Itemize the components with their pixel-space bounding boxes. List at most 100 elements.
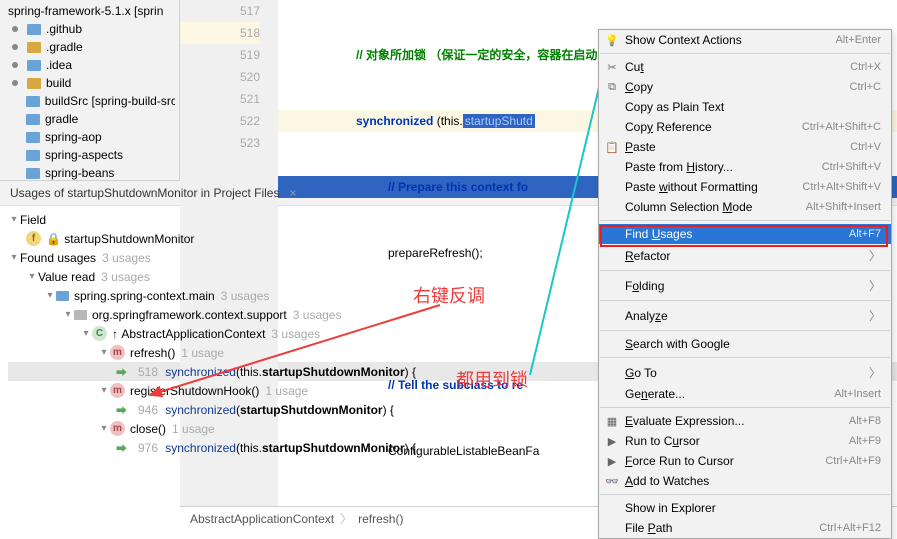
menu-separator [600, 53, 890, 54]
menu-item-label: Force Run to Cursor [625, 454, 825, 468]
menu-item-shortcut: Alt+F9 [849, 435, 881, 447]
expander-icon[interactable]: ▾ [98, 423, 110, 434]
menu-item[interactable]: Show in Explorer [599, 498, 891, 518]
menu-item-shortcut: Ctrl+Alt+F9 [825, 455, 881, 467]
package-icon [74, 310, 87, 320]
chevron-right-icon: 〉 [869, 247, 881, 264]
folder-gradle[interactable]: gradle [0, 110, 179, 128]
menu-item-label: File Path [625, 521, 819, 535]
menu-separator [600, 220, 890, 221]
folder-build[interactable]: build [0, 74, 179, 92]
expander-icon[interactable]: ▾ [98, 385, 110, 396]
menu-item-label: Show Context Actions [625, 33, 835, 47]
menu-item[interactable]: ⧉CopyCtrl+C [599, 77, 891, 97]
expander-icon[interactable]: ▾ [8, 214, 20, 225]
close-icon[interactable]: × [289, 186, 296, 200]
menu-item-shortcut: Ctrl+C [850, 81, 881, 93]
folder-icon [26, 96, 40, 107]
menu-item-label: Generate... [625, 387, 834, 401]
menu-item[interactable]: ▦ Evaluate Expression...Alt+F8 [599, 411, 891, 431]
menu-item-shortcut: Alt+Enter [835, 34, 881, 46]
menu-item-label: Folding [625, 279, 869, 293]
breadcrumb-class[interactable]: AbstractApplicationContext [190, 512, 334, 526]
breadcrumb-method[interactable]: refresh() [358, 512, 403, 526]
menu-item[interactable]: Generate...Alt+Insert [599, 384, 891, 404]
method-badge-icon: m [110, 383, 125, 398]
lock-icon: 🔒 [46, 232, 61, 246]
menu-item-label: Copy [625, 80, 850, 94]
dot-icon [12, 26, 18, 32]
folder-spring-aop[interactable]: spring-aop [0, 128, 179, 146]
expander-icon[interactable]: ▾ [26, 271, 38, 282]
dot-icon [12, 44, 18, 50]
menu-item[interactable]: Paste without FormattingCtrl+Alt+Shift+V [599, 177, 891, 197]
folder-spring-beans[interactable]: spring-beans [0, 164, 179, 182]
menu-item-label: Evaluate Expression... [625, 414, 849, 428]
menu-item-shortcut: Ctrl+Alt+Shift+V [802, 181, 881, 193]
module-icon [56, 291, 69, 301]
menu-item[interactable]: Copy ReferenceCtrl+Alt+Shift+C [599, 117, 891, 137]
menu-item[interactable]: Analyze〉 [599, 304, 891, 327]
menu-item[interactable]: Folding〉 [599, 274, 891, 297]
folder-idea[interactable]: .idea [0, 56, 179, 74]
menu-item[interactable]: 💡 Show Context ActionsAlt+Enter [599, 30, 891, 50]
folder-gradle-dot[interactable]: .gradle [0, 38, 179, 56]
menu-item-shortcut: Ctrl+X [850, 61, 881, 73]
menu-item-label: Paste without Formatting [625, 180, 802, 194]
folder-icon [26, 132, 40, 143]
dot-icon [12, 80, 18, 86]
menu-item[interactable]: Paste from History...Ctrl+Shift+V [599, 157, 891, 177]
menu-item-shortcut: Ctrl+Alt+Shift+C [802, 121, 881, 133]
menu-item[interactable]: Find UsagesAlt+F7 [599, 224, 891, 244]
expander-icon[interactable]: ▾ [80, 328, 92, 339]
folder-icon [26, 114, 40, 125]
expander-icon[interactable]: ▾ [62, 309, 74, 320]
menu-item-icon: ✂ [604, 61, 620, 74]
menu-item-icon: 💡 [604, 34, 620, 47]
chevron-right-icon: 〉 [869, 364, 881, 381]
folder-buildsrc[interactable]: buildSrc [spring-build-src [0, 92, 179, 110]
menu-item-label: Paste [625, 140, 850, 154]
menu-item-icon: 📋 [604, 141, 620, 154]
menu-item-label: Show in Explorer [625, 501, 881, 515]
menu-item[interactable]: 📋 PasteCtrl+V [599, 137, 891, 157]
menu-item-icon: ▶ [604, 455, 620, 468]
chevron-right-icon: 〉 [869, 307, 881, 324]
menu-item-shortcut: Ctrl+V [850, 141, 881, 153]
menu-item[interactable]: ▶ Run to CursorAlt+F9 [599, 431, 891, 451]
project-sidebar[interactable]: spring-framework-5.1.x [sprin .github .g… [0, 0, 180, 180]
project-root[interactable]: spring-framework-5.1.x [sprin [0, 2, 179, 20]
folder-icon [27, 24, 41, 35]
menu-item[interactable]: 👓Add to Watches [599, 471, 891, 491]
menu-item-label: Run to Cursor [625, 434, 849, 448]
field-badge-icon: f [26, 231, 41, 246]
menu-item-label: Analyze [625, 309, 869, 323]
menu-item-label: Refactor [625, 249, 869, 263]
method-badge-icon: m [110, 345, 125, 360]
expander-icon[interactable]: ▾ [44, 290, 56, 301]
menu-item[interactable]: ✂CutCtrl+X [599, 57, 891, 77]
context-menu[interactable]: 💡 Show Context ActionsAlt+Enter ✂CutCtrl+X… [598, 29, 892, 539]
menu-item-label: Column Selection Mode [625, 200, 806, 214]
menu-item-label: Go To [625, 366, 869, 380]
menu-item-shortcut: Alt+Shift+Insert [806, 201, 881, 213]
menu-item-shortcut: Alt+F8 [849, 415, 881, 427]
menu-item[interactable]: ▶ Force Run to CursorCtrl+Alt+F9 [599, 451, 891, 471]
menu-item[interactable]: Column Selection ModeAlt+Shift+Insert [599, 197, 891, 217]
folder-github[interactable]: .github [0, 20, 179, 38]
menu-item-shortcut: Alt+F7 [849, 228, 881, 240]
menu-item-icon: ▦ [604, 415, 620, 428]
folder-icon [27, 60, 41, 71]
expander-icon[interactable]: ▾ [98, 347, 110, 358]
class-badge-icon: C [92, 326, 107, 341]
menu-item[interactable]: Copy as Plain Text [599, 97, 891, 117]
menu-item[interactable]: Go To〉 [599, 361, 891, 384]
menu-item[interactable]: Search with Google [599, 334, 891, 354]
menu-item[interactable]: File PathCtrl+Alt+F12 [599, 518, 891, 538]
arrow-icon: ⮕ [116, 402, 127, 418]
menu-item-label: Paste from History... [625, 160, 822, 174]
expander-icon[interactable]: ▾ [8, 252, 20, 263]
folder-spring-aspects[interactable]: spring-aspects [0, 146, 179, 164]
menu-item-icon: ▶ [604, 435, 620, 448]
menu-item[interactable]: Refactor〉 [599, 244, 891, 267]
